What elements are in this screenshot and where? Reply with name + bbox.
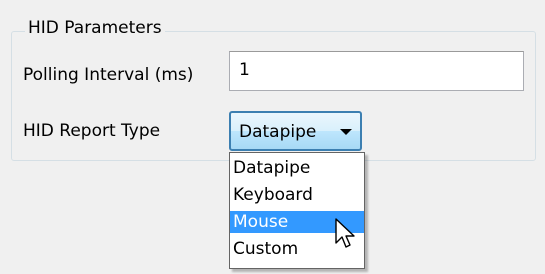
polling-interval-value: 1 [239,60,250,80]
option-datapipe[interactable]: Datapipe [230,157,364,179]
option-keyboard[interactable]: Keyboard [230,184,364,206]
polling-interval-label: Polling Interval (ms) [23,65,194,85]
hid-report-type-select[interactable]: Datapipe [229,111,362,151]
hid-report-type-selected: Datapipe [239,122,317,142]
polling-interval-input[interactable]: 1 [229,51,524,91]
groupbox-title: HID Parameters [25,17,165,39]
hid-report-type-label: HID Report Type [23,121,161,141]
mouse-pointer-icon [335,218,355,248]
chevron-down-icon[interactable] [340,129,352,135]
